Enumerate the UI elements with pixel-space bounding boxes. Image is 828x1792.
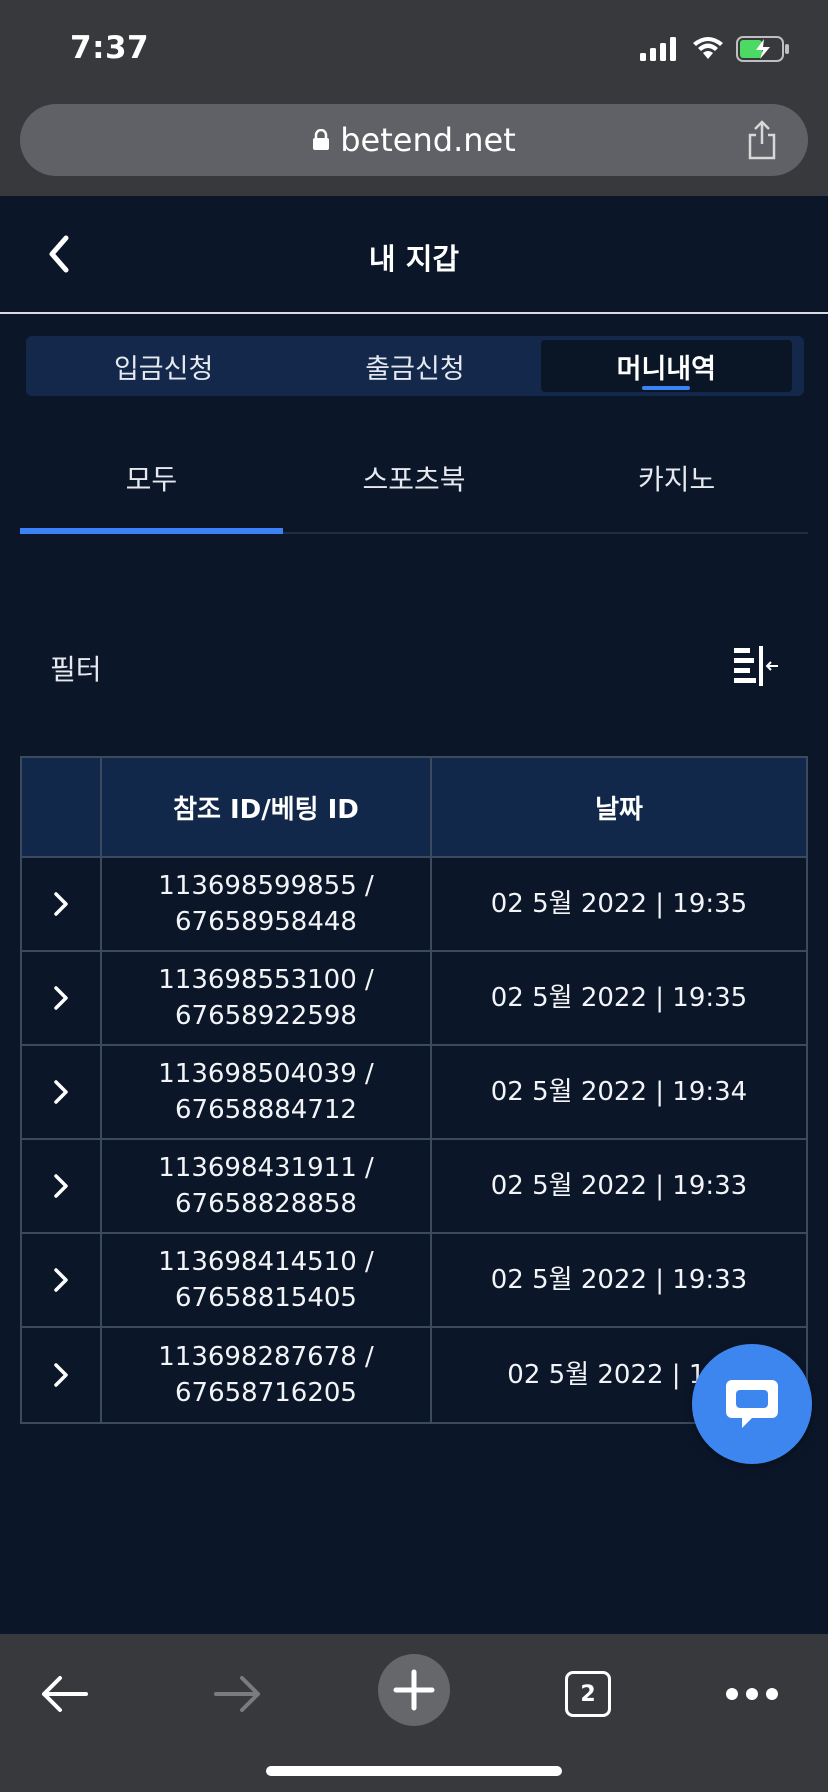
table-row[interactable]: 113698431911 / 67658828858 02 5월 2022 | … xyxy=(22,1140,806,1234)
table-row[interactable]: 113698553100 / 67658922598 02 5월 2022 | … xyxy=(22,952,806,1046)
share-icon[interactable] xyxy=(746,120,778,160)
tab-casino[interactable]: 카지노 xyxy=(545,440,808,532)
browser-forward-button[interactable] xyxy=(202,1658,274,1730)
table-row[interactable]: 113698414510 / 67658815405 02 5월 2022 | … xyxy=(22,1234,806,1328)
home-indicator xyxy=(266,1766,562,1776)
wifi-icon xyxy=(693,37,723,59)
table-row[interactable]: 113698287678 / 67658716205 02 5월 2022 | … xyxy=(22,1328,806,1422)
row-date-cell: 02 5월 2022 | 19:34 xyxy=(432,1046,806,1138)
chat-bubble-icon xyxy=(726,1380,778,1428)
url-text: betend.net xyxy=(340,121,516,159)
row-ref-cell: 113698414510 / 67658815405 xyxy=(102,1234,432,1326)
table-row[interactable]: 113698599855 / 67658958448 02 5월 2022 | … xyxy=(22,858,806,952)
header-ref-label: 참조 ID/베팅 ID xyxy=(173,794,359,825)
header-expand-cell xyxy=(22,758,102,856)
plus-icon xyxy=(393,1669,435,1711)
row-ref-cell: 113698504039 / 67658884712 xyxy=(102,1046,432,1138)
ref-id: 113698414510 / xyxy=(158,1247,374,1277)
tab-all[interactable]: 모두 xyxy=(20,440,283,534)
tab-withdraw-request[interactable]: 출금신청 xyxy=(289,340,540,392)
app-header: 내 지갑 xyxy=(0,196,828,314)
row-ref-cell: 113698599855 / 67658958448 xyxy=(102,858,432,950)
browser-top-bar: 7:37 betend.net xyxy=(0,0,828,196)
more-dots-icon xyxy=(726,1688,778,1700)
bet-id: 67658884712 xyxy=(175,1095,357,1125)
row-date: 02 5월 2022 | 19:35 xyxy=(490,983,748,1013)
row-date-cell: 02 5월 2022 | 19:33 xyxy=(432,1140,806,1232)
chevron-right-icon[interactable] xyxy=(51,984,71,1012)
filter-collapse-icon[interactable] xyxy=(734,646,778,686)
table-header-row: 참조 ID/베팅 ID 날짜 xyxy=(22,758,806,858)
bet-id: 67658716205 xyxy=(175,1378,357,1408)
new-tab-button[interactable] xyxy=(378,1654,450,1726)
row-date: 02 5월 2022 | 19:33 xyxy=(490,1171,748,1201)
chevron-right-icon[interactable] xyxy=(51,890,71,918)
row-expand-cell[interactable] xyxy=(22,1046,102,1138)
row-date: 02 5월 2022 | 19:35 xyxy=(490,889,748,919)
table-row[interactable]: 113698504039 / 67658884712 02 5월 2022 | … xyxy=(22,1046,806,1140)
ref-id: 113698553100 / xyxy=(158,965,374,995)
tab-count-badge: 2 xyxy=(565,1671,611,1717)
lock-icon xyxy=(313,129,330,150)
browser-back-button[interactable] xyxy=(28,1658,100,1730)
tab-sportsbook[interactable]: 스포츠북 xyxy=(283,440,546,532)
row-date: 02 5월 2022 | 19:34 xyxy=(490,1077,748,1107)
live-chat-button[interactable] xyxy=(692,1344,812,1464)
header-date-label: 날짜 xyxy=(595,794,643,825)
chevron-right-icon[interactable] xyxy=(51,1078,71,1106)
category-tabs: 모두 스포츠북 카지노 xyxy=(20,440,808,534)
row-date-cell: 02 5월 2022 | 19:33 xyxy=(432,1234,806,1326)
ref-id: 113698287678 / xyxy=(158,1342,374,1372)
filter-label[interactable]: 필터 xyxy=(50,648,102,688)
row-expand-cell[interactable] xyxy=(22,952,102,1044)
more-menu-button[interactable] xyxy=(716,1658,788,1730)
row-ref-cell: 113698553100 / 67658922598 xyxy=(102,952,432,1044)
page-title: 내 지갑 xyxy=(368,242,460,276)
money-history-table: 참조 ID/베팅 ID 날짜 113698599855 / 6765895844… xyxy=(20,756,808,1424)
row-expand-cell[interactable] xyxy=(22,1140,102,1232)
battery-icon xyxy=(736,36,789,62)
ref-id: 113698504039 / xyxy=(158,1059,374,1089)
ref-id: 113698599855 / xyxy=(158,871,374,901)
row-ref-cell: 113698431911 / 67658828858 xyxy=(102,1140,432,1232)
arrow-left-icon xyxy=(42,1676,88,1712)
row-ref-cell: 113698287678 / 67658716205 xyxy=(102,1328,432,1422)
status-time: 7:37 xyxy=(70,30,150,66)
row-date: 02 5월 2022 | 19:33 xyxy=(490,1265,748,1295)
row-expand-cell[interactable] xyxy=(22,1234,102,1326)
row-expand-cell[interactable] xyxy=(22,1328,102,1422)
wallet-segment-tabs: 입금신청 출금신청 머니내역 xyxy=(26,336,804,396)
row-expand-cell[interactable] xyxy=(22,858,102,950)
bet-id: 67658922598 xyxy=(175,1001,357,1031)
url-bar[interactable]: betend.net xyxy=(20,104,808,176)
bet-id: 67658828858 xyxy=(175,1189,357,1219)
tab-money-history[interactable]: 머니내역 xyxy=(540,340,792,392)
tabs-button[interactable]: 2 xyxy=(552,1658,624,1730)
chevron-right-icon[interactable] xyxy=(51,1172,71,1200)
tab-deposit-request[interactable]: 입금신청 xyxy=(38,340,289,392)
chevron-right-icon[interactable] xyxy=(51,1266,71,1294)
chevron-right-icon[interactable] xyxy=(51,1361,71,1389)
row-date-cell: 02 5월 2022 | 19:35 xyxy=(432,858,806,950)
bet-id: 67658958448 xyxy=(175,907,357,937)
signal-icon xyxy=(640,37,676,61)
status-icons xyxy=(640,36,792,62)
header-date-cell: 날짜 xyxy=(432,758,806,856)
header-ref-cell: 참조 ID/베팅 ID xyxy=(102,758,432,856)
arrow-right-icon xyxy=(214,1676,260,1712)
ref-id: 113698431911 / xyxy=(158,1153,374,1183)
row-date-cell: 02 5월 2022 | 19:35 xyxy=(432,952,806,1044)
bet-id: 67658815405 xyxy=(175,1283,357,1313)
